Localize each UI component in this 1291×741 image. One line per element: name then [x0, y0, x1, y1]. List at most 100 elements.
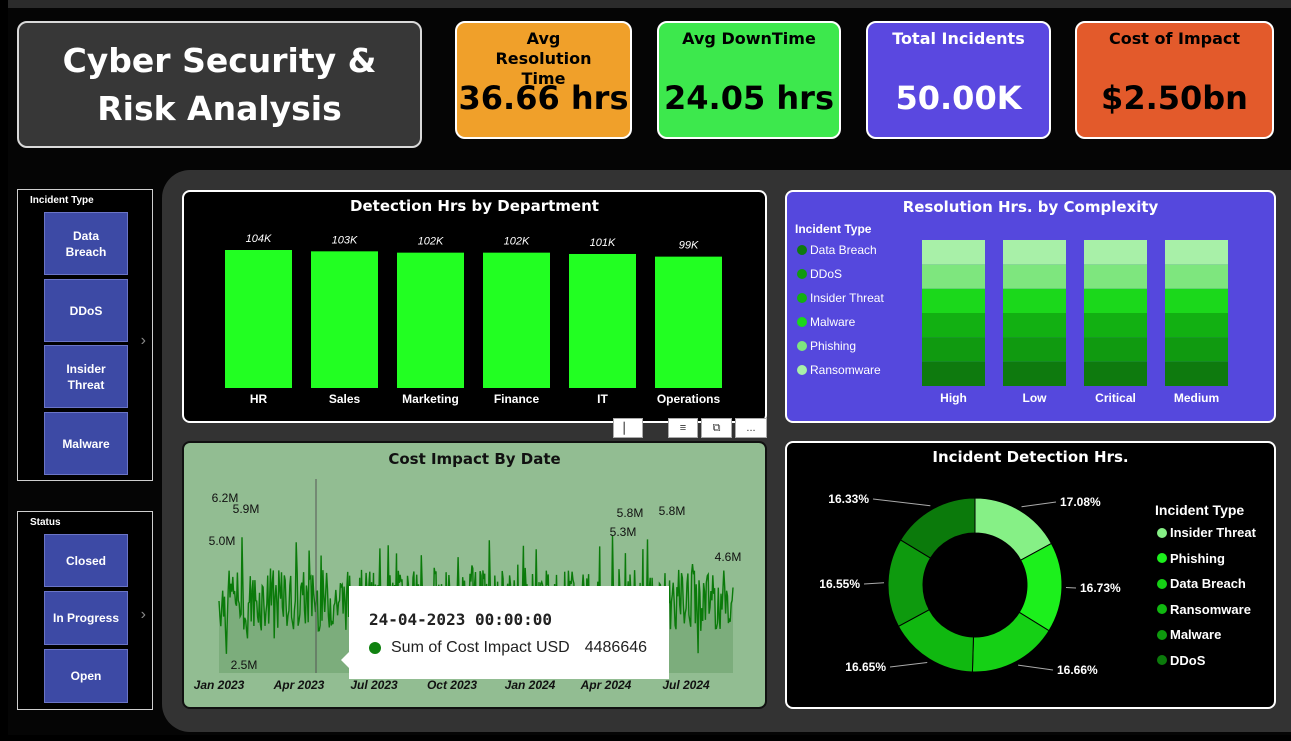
slicer-tile-ddos[interactable]: DDoS	[44, 279, 128, 342]
focus-mode-icon: ⧉	[712, 421, 721, 434]
stack-segment	[1084, 288, 1147, 313]
slicer-tile-open[interactable]: Open	[44, 649, 128, 703]
x-tick-label: Critical	[1095, 391, 1136, 405]
stack-segment	[1003, 337, 1066, 362]
data-label: 99K	[679, 240, 699, 252]
leader-line	[1021, 501, 1057, 508]
slice-label: 16.73%	[1080, 581, 1121, 595]
scroll-right-icon[interactable]: ›	[141, 332, 146, 350]
data-label: 5.8M	[617, 506, 644, 520]
leader-line	[872, 498, 931, 507]
incident-type-slicer: Incident Type Data Breach DDoS Insider T…	[17, 189, 153, 481]
leader-line	[889, 661, 928, 668]
data-label: 5.8M	[659, 504, 686, 518]
slicer-tile-insider-threat[interactable]: Insider Threat	[44, 345, 128, 408]
stack-segment	[1084, 337, 1147, 362]
bar-finance	[483, 252, 550, 388]
detection-by-department-chart[interactable]: Detection Hrs by Department 104K HR 103K Sa…	[182, 190, 767, 423]
bar-sales	[311, 251, 378, 388]
slicer-tile-data-breach[interactable]: Data Breach	[44, 212, 128, 275]
slicer-tile-closed[interactable]: Closed	[44, 534, 128, 587]
x-tick-label: Jul 2023	[350, 678, 398, 692]
data-label: 4.6M	[715, 550, 742, 564]
stack-segment	[922, 337, 985, 362]
bar-it	[569, 253, 636, 388]
stack-segment	[1084, 361, 1147, 386]
kpi-avg-downtime[interactable]: Avg DownTime 24.05 hrs	[657, 21, 841, 139]
stack-segment	[1003, 264, 1066, 289]
scroll-right-icon[interactable]: ›	[141, 606, 146, 624]
kpi-cost-of-impact[interactable]: Cost of Impact $2.50bn	[1075, 21, 1274, 139]
data-label: 5.0M	[209, 534, 236, 548]
stack-segment	[1003, 240, 1066, 265]
donut-plot: 17.08% 16.73% 16.66% 16.65% 16.55% 16.33%	[819, 492, 1121, 677]
slicer-tile-in-progress[interactable]: In Progress	[44, 591, 128, 645]
kpi-label: Total Incidents	[892, 29, 1025, 48]
x-tick-label: Apr 2023	[273, 678, 325, 692]
x-tick-label: Operations	[657, 392, 721, 406]
leader-line	[863, 582, 885, 585]
slice-label: 16.33%	[828, 492, 869, 506]
report-title-card: Cyber Security & Risk Analysis	[17, 21, 422, 148]
department-bar-plot: 104K HR 103K Sales 102K Marketing 102K Finance 1…	[225, 233, 722, 406]
x-tick-label: Jan 2024	[505, 678, 556, 692]
x-tick-label: Low	[1023, 391, 1048, 405]
slicer-title: Incident Type	[30, 195, 94, 206]
slice-label: 16.55%	[819, 577, 860, 591]
kpi-value: $2.50bn	[1101, 79, 1248, 117]
x-tick-label: Oct 2023	[427, 678, 477, 692]
more-options-button[interactable]: ...	[735, 418, 767, 438]
slice-label: 16.65%	[845, 660, 886, 674]
data-label: 103K	[332, 234, 358, 246]
slicer-tile-malware[interactable]: Malware	[44, 412, 128, 475]
filter-button[interactable]: ▏	[613, 418, 643, 438]
tooltip-value: 4486646	[584, 639, 648, 656]
stack-segment	[1003, 288, 1066, 313]
x-tick-label: IT	[597, 392, 608, 406]
x-tick-label: Finance	[494, 392, 540, 406]
stack-segment	[1084, 313, 1147, 338]
x-tick-label: Medium	[1174, 391, 1219, 405]
incident-detection-donut-chart[interactable]: Incident Detection Hrs. Incident Type In…	[785, 441, 1276, 709]
status-slicer: Status Closed In Progress Open ›	[17, 511, 153, 710]
bar-hr	[225, 250, 292, 388]
kpi-label: Cost of Impact	[1108, 29, 1240, 48]
data-label: 102K	[418, 236, 444, 248]
stack-segment	[1003, 313, 1066, 338]
tooltip-series: Sum of Cost Impact USD	[391, 639, 570, 656]
stack-segment	[1084, 240, 1147, 265]
chart-tooltip: 24-04-2023 00:00:00 Sum of Cost Impact U…	[341, 586, 669, 679]
kpi-value: 24.05 hrs	[664, 79, 834, 117]
focus-mode-button[interactable]: ≡	[668, 418, 698, 438]
x-tick-label: Marketing	[402, 392, 459, 406]
slicer-title: Status	[30, 517, 61, 528]
stack-segment	[922, 264, 985, 289]
x-tick-label: HR	[250, 392, 268, 406]
stack-segment	[1165, 264, 1228, 289]
top-strip	[8, 0, 1291, 8]
kpi-total-incidents[interactable]: Total Incidents 50.00K	[866, 21, 1051, 139]
x-tick-label: High	[940, 391, 967, 405]
kpi-avg-resolution-time[interactable]: Avg Resolution Time 36.66 hrs	[455, 21, 632, 139]
data-label: 2.5M	[231, 658, 258, 672]
data-label: 5.3M	[610, 525, 637, 539]
series-dot-icon	[369, 642, 381, 654]
bar-operations	[655, 256, 722, 388]
tooltip-title: 24-04-2023 00:00:00	[369, 610, 553, 629]
filter-icon: ▏	[623, 422, 633, 435]
x-tick-label: Jan 2023	[194, 678, 245, 692]
x-tick-label: Apr 2024	[580, 678, 632, 692]
leader-line	[1018, 664, 1054, 671]
kpi-label: Avg DownTime	[682, 29, 816, 48]
stack-segment	[1165, 313, 1228, 338]
expand-button[interactable]: ⧉	[701, 418, 732, 438]
data-label: 101K	[590, 237, 616, 249]
data-label: 5.9M	[233, 502, 260, 516]
resolution-by-complexity-chart[interactable]: Resolution Hrs. by Complexity Incident T…	[785, 190, 1276, 423]
slice-label: 16.66%	[1057, 663, 1098, 677]
data-label: 104K	[246, 233, 272, 245]
slice-label: 17.08%	[1060, 495, 1101, 509]
stack-segment	[1084, 264, 1147, 289]
stack-segment	[922, 313, 985, 338]
tooltip-pointer	[341, 652, 349, 668]
